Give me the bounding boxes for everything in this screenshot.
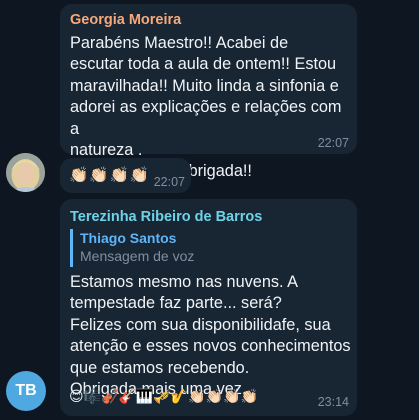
avatar-georgia[interactable] <box>6 153 45 192</box>
reply-text: Mensagem de voz <box>80 248 195 264</box>
message-bubble-terezinha[interactable]: Terezinha Ribeiro de Barros Thiago Santo… <box>60 199 357 416</box>
message-time: 22:07 <box>317 136 349 150</box>
avatar-terezinha[interactable]: TB <box>6 371 46 411</box>
emoji-reaction: 👏🏻👏🏻👏🏻👏🏻 <box>69 167 151 184</box>
avatar-photo-icon <box>6 153 45 192</box>
message-text: Estamos mesmo nas nuvens. A tempestade f… <box>70 273 351 399</box>
message-time: 23:14 <box>317 395 349 409</box>
emoji-sequence: 😊🎼🎻🎸🎹🎺🎷👏🏻👏🏻👏🏻👏🏻 <box>69 388 258 404</box>
message-bubble-georgia[interactable]: Georgia Moreira Parabéns Maestro!! Acabe… <box>60 4 357 180</box>
reply-author: Thiago Santos <box>80 230 177 246</box>
sender-name[interactable]: Terezinha Ribeiro de Barros <box>70 209 262 225</box>
sender-name[interactable]: Georgia Moreira <box>70 12 181 28</box>
avatar-initials: TB <box>15 382 37 399</box>
message-bubble-emoji[interactable]: 👏🏻👏🏻👏🏻👏🏻 22:07 <box>60 158 191 193</box>
reply-quote[interactable]: Thiago Santos Mensagem de voz <box>70 229 340 267</box>
message-time: 22:07 <box>153 175 185 189</box>
